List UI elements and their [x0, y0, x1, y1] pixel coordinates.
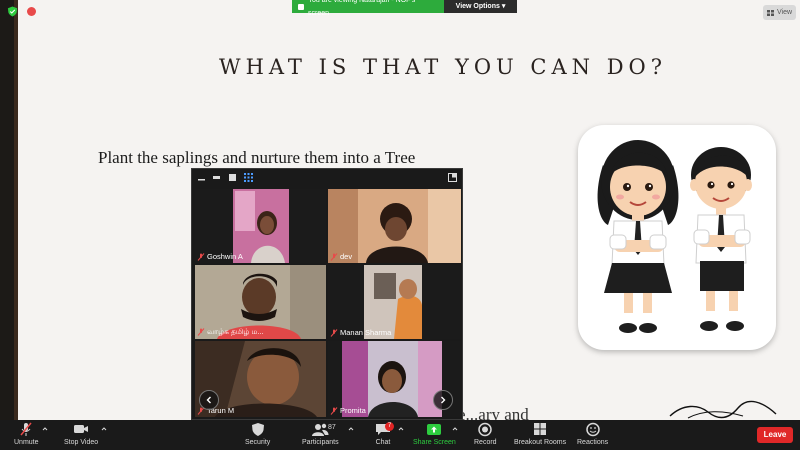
video-camera-icon [74, 425, 89, 433]
participants-icon [312, 423, 329, 436]
breakout-rooms-label: Breakout Rooms [514, 439, 567, 446]
reactions-icon [585, 422, 600, 437]
recording-indicator-icon [27, 7, 36, 16]
breakout-rooms-icon [534, 423, 547, 435]
stop-video-button[interactable]: Stop Video [64, 422, 98, 446]
participant-tile[interactable]: வாழ்க தமிழ் ம... [195, 265, 326, 339]
screen-share-icon [298, 3, 304, 10]
chevron-right-icon [441, 396, 446, 404]
participant-name: Goshwin A [197, 252, 243, 261]
gallery-grid-icon[interactable] [244, 173, 253, 182]
breakout-rooms-button[interactable]: Breakout Rooms [514, 422, 566, 446]
security-button[interactable]: Security [245, 422, 270, 446]
shield-icon [251, 423, 264, 436]
participant-name: வாழ்க தமிழ் ம... [197, 327, 264, 337]
speaker-view-icon[interactable] [228, 173, 237, 182]
record-button[interactable]: Record [474, 422, 497, 446]
record-label: Record [474, 439, 497, 446]
participant-name: dev [330, 252, 352, 261]
mic-muted-icon [197, 252, 205, 261]
mic-muted-icon [330, 406, 338, 415]
next-page-button[interactable] [433, 390, 453, 410]
slide-body-text: Plant the saplings and nurture them into… [98, 148, 416, 167]
chevron-down-icon: ▾ [501, 3, 506, 10]
unmute-label: Unmute [14, 439, 39, 446]
viewing-banner: You are viewing Natarajan - NOF's screen… [292, 0, 517, 17]
grid-icon [766, 9, 774, 16]
scribble-decoration [669, 400, 777, 419]
participant-tile[interactable]: Manan Sharma [328, 265, 461, 339]
record-icon [478, 422, 493, 437]
share-screen-label: Share Screen [413, 439, 456, 446]
gallery-view-window[interactable]: Goshwin A dev வாழ்க தமிழ் ம... Manan Sha… [191, 168, 463, 420]
viewing-status: You are viewing Natarajan - NOF's screen [292, 0, 444, 17]
chevron-up-icon[interactable] [398, 426, 404, 432]
viewing-status-text: You are viewing Natarajan - NOF's screen [307, 0, 416, 17]
mic-muted-icon [330, 328, 338, 337]
students-illustration [578, 125, 776, 350]
left-window-strip [0, 0, 18, 420]
participant-tile[interactable]: dev [328, 189, 461, 263]
previous-page-button[interactable] [199, 390, 219, 410]
chat-unread-badge: 7 [385, 422, 394, 431]
mic-muted-icon [20, 422, 32, 436]
share-screen-button[interactable]: Share Screen [413, 422, 456, 446]
students-image [597, 140, 752, 333]
reactions-label: Reactions [577, 439, 609, 446]
stop-video-label: Stop Video [64, 439, 99, 446]
mic-muted-icon [197, 328, 205, 336]
participants-label: Participants [302, 439, 339, 446]
view-options-button[interactable]: View Options ▾ [444, 0, 517, 13]
chevron-up-icon[interactable] [42, 426, 48, 432]
chevron-left-icon [206, 396, 211, 404]
minimize-icon[interactable] [197, 173, 206, 182]
strip-view-icon[interactable] [212, 173, 221, 182]
participants-count: 87 [328, 424, 336, 431]
participant-name: Promita [330, 406, 366, 415]
view-button[interactable]: View [763, 5, 796, 20]
view-label: View [776, 9, 793, 16]
shield-icon[interactable] [7, 6, 18, 17]
exit-fullscreen-icon[interactable] [448, 173, 457, 182]
leave-button[interactable]: Leave [757, 427, 793, 443]
slide-hidden-text: e...ary and [458, 405, 529, 420]
security-label: Security [245, 439, 271, 446]
participant-name: Manan Sharma [330, 328, 391, 337]
participant-tile[interactable]: Goshwin A [195, 189, 326, 263]
meeting-toolbar: Unmute Stop Video Security Participants … [0, 420, 800, 450]
share-screen-icon [427, 424, 442, 435]
mic-muted-icon [330, 252, 338, 261]
chevron-up-icon[interactable] [348, 426, 354, 432]
unmute-button[interactable]: Unmute [14, 422, 39, 446]
chevron-up-icon[interactable] [101, 426, 107, 432]
chat-label: Chat [375, 439, 391, 446]
reactions-button[interactable]: Reactions [577, 422, 608, 446]
slide-title: WHAT IS THAT YOU CAN DO? [218, 55, 668, 79]
view-options-label: View Options [455, 3, 500, 10]
chevron-up-icon[interactable] [452, 426, 458, 432]
gallery-toolbar [192, 169, 462, 187]
